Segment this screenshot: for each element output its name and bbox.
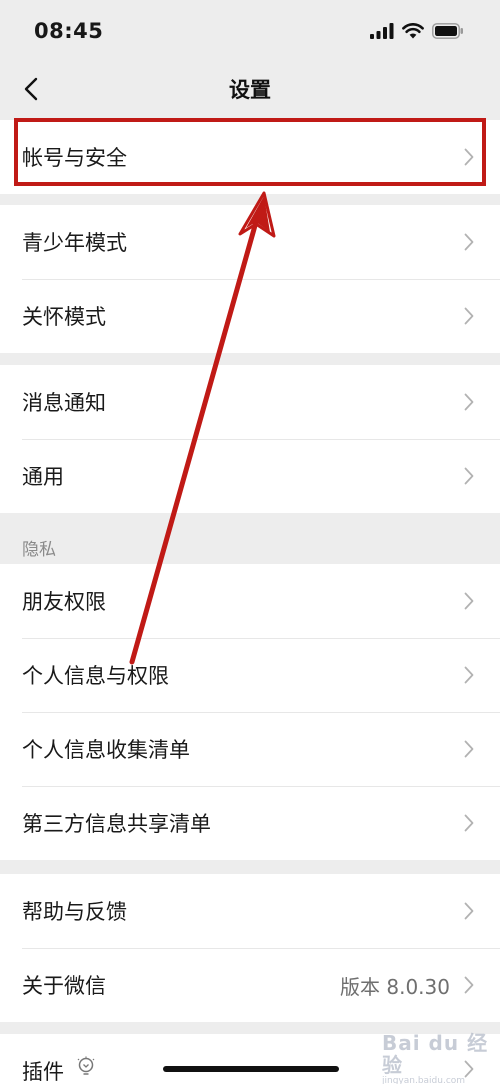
version-value: 版本 8.0.30 (340, 974, 450, 999)
group-privacy: 朋友权限 个人信息与权限 个人信息收集清单 第三方信息共享清单 (0, 564, 500, 860)
settings-item-label: 插件 (22, 1060, 64, 1084)
status-icons (370, 23, 464, 39)
settings-item-label: 朋友权限 (22, 590, 106, 614)
group-help: 帮助与反馈 关于微信 版本 8.0.30 (0, 874, 500, 1022)
settings-item-label: 通用 (22, 465, 64, 489)
chevron-left-icon (24, 77, 38, 101)
settings-item-label: 个人信息收集清单 (22, 738, 190, 762)
watermark-text: Bai du 经验 (382, 1031, 489, 1077)
chevron-right-icon (464, 814, 474, 832)
settings-item-general[interactable]: 通用 (0, 439, 500, 513)
settings-item-label: 关怀模式 (22, 305, 106, 329)
settings-item-third-party-sharing[interactable]: 第三方信息共享清单 (0, 786, 500, 860)
chevron-right-icon (464, 740, 474, 758)
group-general: 消息通知 通用 (0, 365, 500, 513)
settings-item-care-mode[interactable]: 关怀模式 (0, 279, 500, 353)
settings-item-help-feedback[interactable]: 帮助与反馈 (0, 874, 500, 948)
settings-item-account-security[interactable]: 帐号与安全 (0, 120, 500, 194)
chevron-right-icon (464, 307, 474, 325)
settings-item-label: 帮助与反馈 (22, 900, 127, 924)
status-bar: 08:45 (0, 0, 500, 62)
settings-item-label: 第三方信息共享清单 (22, 812, 211, 836)
chevron-right-icon (464, 902, 474, 920)
battery-icon (432, 23, 463, 39)
lightbulb-icon (77, 1056, 95, 1075)
settings-item-label: 个人信息与权限 (22, 664, 169, 688)
chevron-right-icon (464, 467, 474, 485)
settings-item-notifications[interactable]: 消息通知 (0, 365, 500, 439)
chevron-right-icon (464, 592, 474, 610)
nav-bar: 设置 (0, 62, 500, 116)
settings-item-label: 消息通知 (22, 391, 106, 415)
settings-item-label: 青少年模式 (22, 231, 127, 255)
settings-item-personal-info-collection[interactable]: 个人信息收集清单 (0, 712, 500, 786)
settings-item-personal-info-permissions[interactable]: 个人信息与权限 (0, 638, 500, 712)
chevron-right-icon (464, 393, 474, 411)
home-indicator (163, 1066, 339, 1072)
settings-item-friend-permissions[interactable]: 朋友权限 (0, 564, 500, 638)
page-title: 设置 (229, 78, 271, 102)
settings-item-youth-mode[interactable]: 青少年模式 (0, 205, 500, 279)
group-modes: 青少年模式 关怀模式 (0, 205, 500, 353)
section-title-privacy: 隐私 (22, 540, 56, 560)
settings-item-label: 关于微信 (22, 974, 106, 998)
watermark: Bai du 经验 jingyan.baidu.com (382, 1032, 494, 1084)
settings-item-label: 帐号与安全 (22, 146, 127, 170)
back-button[interactable] (14, 72, 48, 106)
status-time: 08:45 (34, 19, 104, 43)
cellular-signal-icon (370, 23, 394, 39)
chevron-right-icon (464, 233, 474, 251)
watermark-subtext: jingyan.baidu.com (382, 1076, 466, 1084)
chevron-right-icon (464, 976, 474, 994)
settings-item-about-wechat[interactable]: 关于微信 版本 8.0.30 (0, 948, 500, 1022)
chevron-right-icon (464, 148, 474, 166)
chevron-right-icon (464, 666, 474, 684)
wifi-icon (402, 23, 424, 39)
group-account: 帐号与安全 (0, 120, 500, 194)
